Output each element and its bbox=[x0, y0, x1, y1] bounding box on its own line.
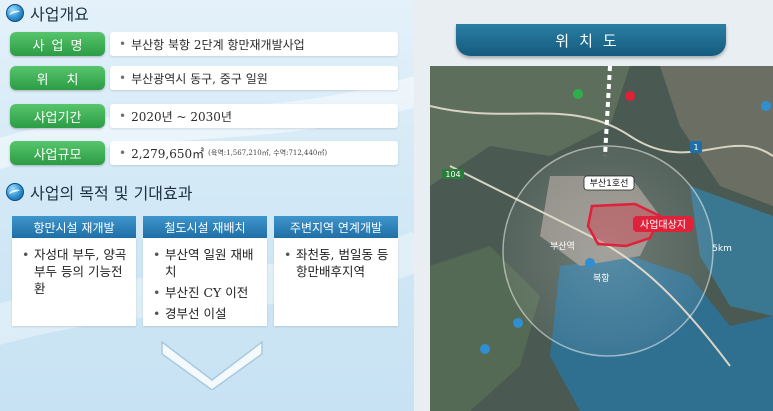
globe-icon bbox=[6, 183, 24, 201]
highway-1-label: 1 bbox=[693, 143, 698, 152]
list-item: • 좌천동, 범일동 등 항만배후지역 bbox=[284, 247, 389, 279]
poi-marker-blue bbox=[761, 101, 771, 111]
label-project-name: 사업명 bbox=[10, 32, 105, 56]
globe-icon bbox=[6, 4, 24, 22]
overview-heading-text: 사업개요 bbox=[30, 5, 89, 24]
location-map: 104 1 부산1호선 사업대상지 5km 부산역 북항 bbox=[430, 66, 773, 411]
map-title: 위치도 bbox=[456, 24, 726, 56]
purpose-heading: 사업의 목적 및 기대효과 bbox=[6, 180, 192, 204]
list-item: • 경부선 이설 bbox=[153, 306, 227, 321]
label-period: 사업기간 bbox=[10, 104, 105, 128]
purpose-box-rail: • 부산역 일원 재배치 • 부산진 CY 이전 • 경부선 이설 bbox=[143, 238, 267, 326]
purpose-box-port: • 자성대 부두, 양곡부두 등의 기능전환 bbox=[12, 238, 136, 326]
overview-row-location: 위치 • 부산광역시 동구, 중구 일원 bbox=[10, 66, 398, 90]
purpose-box-area: • 좌천동, 범일동 등 항만배후지역 bbox=[274, 238, 398, 326]
value-scale: • 2,279,650㎡ (육역:1,567,210㎡, 수역:712,440㎡… bbox=[110, 141, 398, 165]
value-text: 부산항 북항 2단계 항만재개발사업 bbox=[131, 37, 305, 52]
value-text: 2020년 ~ 2030년 bbox=[131, 109, 232, 124]
value-period: • 2020년 ~ 2030년 bbox=[110, 104, 398, 128]
label-scale: 사업규모 bbox=[10, 141, 105, 165]
site-label: 사업대상지 bbox=[640, 218, 686, 231]
poi-marker-red bbox=[625, 91, 635, 101]
purpose-heading-text: 사업의 목적 및 기대효과 bbox=[30, 184, 193, 203]
list-item: • 부산진 CY 이전 bbox=[153, 285, 249, 300]
purpose-header-port: 항만시설 재개발 bbox=[12, 216, 136, 238]
list-item: • 자성대 부두, 양곡부두 등의 기능전환 bbox=[22, 247, 127, 296]
station-label: 부산역 bbox=[550, 241, 575, 252]
value-detail: (육역:1,567,210㎡, 수역:712,440㎡) bbox=[208, 149, 328, 157]
value-text: 2,279,650㎡ bbox=[131, 146, 205, 161]
station-marker bbox=[585, 258, 595, 268]
value-text: 부산광역시 동구, 중구 일원 bbox=[131, 71, 268, 86]
poi-marker-blue bbox=[513, 318, 523, 328]
overview-row-name: 사업명 • 부산항 북항 2단계 항만재개발사업 bbox=[10, 32, 398, 56]
overview-row-scale: 사업규모 • 2,279,650㎡ (육역:1,567,210㎡, 수역:712… bbox=[10, 141, 398, 165]
value-location: • 부산광역시 동구, 중구 일원 bbox=[110, 66, 398, 90]
port-label: 북항 bbox=[593, 273, 610, 284]
list-item: • 부산역 일원 재배치 bbox=[153, 247, 254, 279]
value-project-name: • 부산항 북항 2단계 항만재개발사업 bbox=[110, 32, 398, 56]
poi-marker-green bbox=[573, 89, 583, 99]
overview-heading: 사업개요 bbox=[6, 1, 89, 25]
label-location: 위치 bbox=[10, 66, 105, 90]
subway-label: 부산1호선 bbox=[590, 178, 629, 189]
purpose-header-rail: 철도시설 재배치 bbox=[143, 216, 267, 238]
radius-label: 5km bbox=[712, 244, 732, 254]
chevron-down-icon bbox=[161, 340, 263, 390]
purpose-header-area: 주변지역 연계개발 bbox=[274, 216, 398, 238]
poi-marker-blue bbox=[480, 344, 490, 354]
overview-row-period: 사업기간 • 2020년 ~ 2030년 bbox=[10, 104, 398, 128]
route-104-label: 104 bbox=[445, 170, 460, 179]
